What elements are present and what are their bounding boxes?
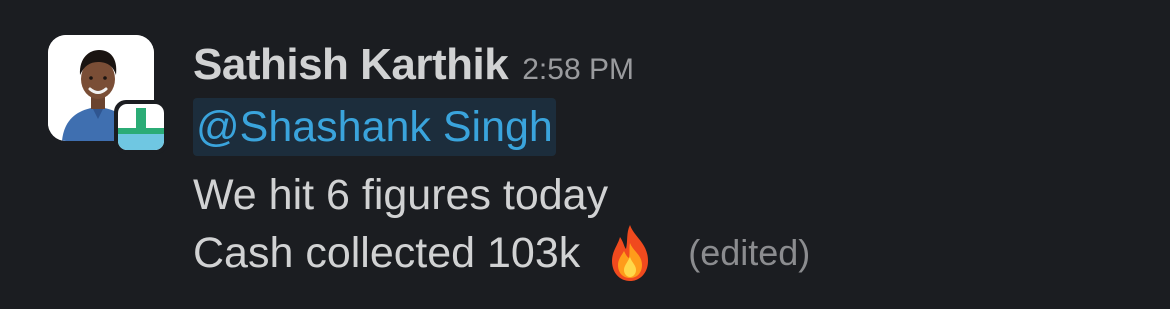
fire-emoji-icon: [602, 223, 658, 283]
app-badge: [114, 100, 168, 154]
message-text: Cash collected 103k: [193, 229, 581, 277]
message-line-with-emoji: Cash collected 103k (edited): [193, 225, 810, 281]
message-timestamp[interactable]: 2:58 PM: [522, 53, 634, 87]
message-header: Sathish Karthik 2:58 PM: [193, 40, 634, 100]
sender-name[interactable]: Sathish Karthik: [193, 40, 509, 90]
app-badge-icon: [118, 104, 164, 150]
user-mention[interactable]: @Shashank Singh: [193, 98, 556, 156]
edited-label: (edited): [688, 232, 811, 273]
message-line: We hit 6 figures today: [193, 171, 609, 219]
chat-message: Sathish Karthik 2:58 PM @Shashank Singh …: [0, 0, 1170, 309]
